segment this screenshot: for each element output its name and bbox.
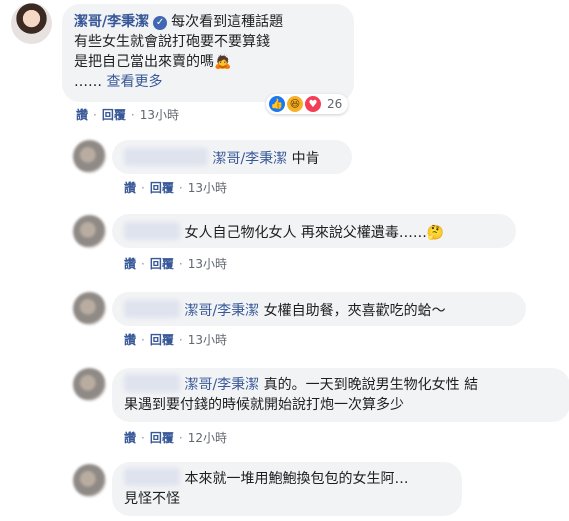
- reply-button[interactable]: 回覆: [150, 181, 174, 195]
- reply-bubble: 潔哥/李秉潔 女權自助餐，夾喜歡吃的蛤～: [112, 292, 526, 326]
- thinking-face-emoji-icon: 🤔: [426, 225, 445, 241]
- reply-text: 女人自己物化女人 再來說父權遺毒……: [184, 225, 427, 241]
- avatar[interactable]: [11, 3, 52, 44]
- reply-button[interactable]: 回覆: [102, 108, 126, 122]
- reply-text: 本來就一堆用鮑鮑換包包的女生阿…: [184, 471, 409, 487]
- mention-link[interactable]: 潔哥/李秉潔: [184, 303, 259, 319]
- reply-actions: 讚 · 回覆 · 13小時: [124, 333, 227, 347]
- comment-text-line-3: 是把自己當出來賣的嗎: [74, 54, 214, 70]
- blurred-author-name: [124, 148, 208, 166]
- comment-text-line-2: 有些女生就會說打砲要不要算錢: [74, 34, 270, 50]
- mention-link[interactable]: 潔哥/李秉潔: [212, 151, 287, 167]
- reply-text: 女權自助餐，夾喜歡吃的蛤～: [259, 303, 446, 319]
- like-button[interactable]: 讚: [124, 431, 136, 445]
- like-button[interactable]: 讚: [124, 181, 136, 195]
- timestamp[interactable]: 12小時: [188, 431, 227, 445]
- like-button[interactable]: 讚: [76, 108, 88, 122]
- reply-text: 真的。一天到晚說男生物化女性 結: [259, 377, 479, 393]
- reply-button[interactable]: 回覆: [150, 257, 174, 271]
- reply-text-line-2: 果遇到要付錢的時候就開始說打炮一次算多少: [124, 397, 404, 413]
- reply-actions: 讚 · 回覆 · 13小時: [124, 181, 227, 195]
- reply-bubble: 女人自己物化女人 再來說父權遺毒……🤔: [112, 214, 516, 248]
- see-more-link[interactable]: 查看更多: [106, 74, 162, 90]
- reaction-count: 26: [327, 97, 343, 111]
- like-reaction-icon: 👍: [269, 96, 285, 112]
- reaction-summary[interactable]: 👍 😆 ♥ 26: [266, 94, 349, 114]
- reply-button[interactable]: 回覆: [150, 333, 174, 347]
- blurred-author-name: [124, 468, 180, 486]
- timestamp[interactable]: 13小時: [140, 108, 179, 122]
- avatar[interactable]: [73, 292, 106, 325]
- reply-bubble: 潔哥/李秉潔 中肯: [112, 140, 352, 174]
- blurred-author-name: [124, 222, 180, 240]
- comment-bubble: 潔哥/李秉潔 ✓ 每次看到這種話題 有些女生就會說打砲要不要算錢 是把自己當出來賣的…: [62, 4, 354, 102]
- bowing-person-emoji-icon: 🙇: [214, 54, 232, 70]
- avatar[interactable]: [73, 215, 106, 248]
- reply-bubble: 潔哥/李秉潔 真的。一天到晚說男生物化女性 結 果遇到要付錢的時候就開始說打炮一…: [112, 368, 569, 422]
- comment-text-line-1: 每次看到這種話題: [171, 14, 284, 30]
- like-button[interactable]: 讚: [124, 257, 136, 271]
- reply-button[interactable]: 回覆: [150, 431, 174, 445]
- reply-actions: 讚 · 回覆 · 12小時: [124, 431, 227, 445]
- blurred-author-name: [124, 300, 180, 318]
- timestamp[interactable]: 13小時: [188, 181, 227, 195]
- blurred-author-name: [124, 374, 180, 392]
- haha-reaction-icon: 😆: [287, 96, 303, 112]
- reply-text: 中肯: [287, 151, 320, 167]
- love-reaction-icon: ♥: [305, 96, 321, 112]
- ellipsis: ……: [74, 74, 102, 90]
- timestamp[interactable]: 13小時: [188, 333, 227, 347]
- avatar[interactable]: [73, 368, 106, 401]
- timestamp[interactable]: 13小時: [188, 257, 227, 271]
- avatar[interactable]: [73, 464, 106, 497]
- reply-bubble: 本來就一堆用鮑鮑換包包的女生阿… 見怪不怪: [112, 462, 462, 516]
- like-button[interactable]: 讚: [124, 333, 136, 347]
- comment-author[interactable]: 潔哥/李秉潔: [74, 14, 149, 30]
- mention-link[interactable]: 潔哥/李秉潔: [184, 377, 259, 393]
- avatar[interactable]: [73, 140, 106, 173]
- verified-badge-icon: ✓: [153, 16, 168, 30]
- comment-actions: 讚 · 回覆 · 13小時: [76, 108, 179, 122]
- reply-actions: 讚 · 回覆 · 13小時: [124, 257, 227, 271]
- reply-text-line-2: 見怪不怪: [124, 491, 180, 507]
